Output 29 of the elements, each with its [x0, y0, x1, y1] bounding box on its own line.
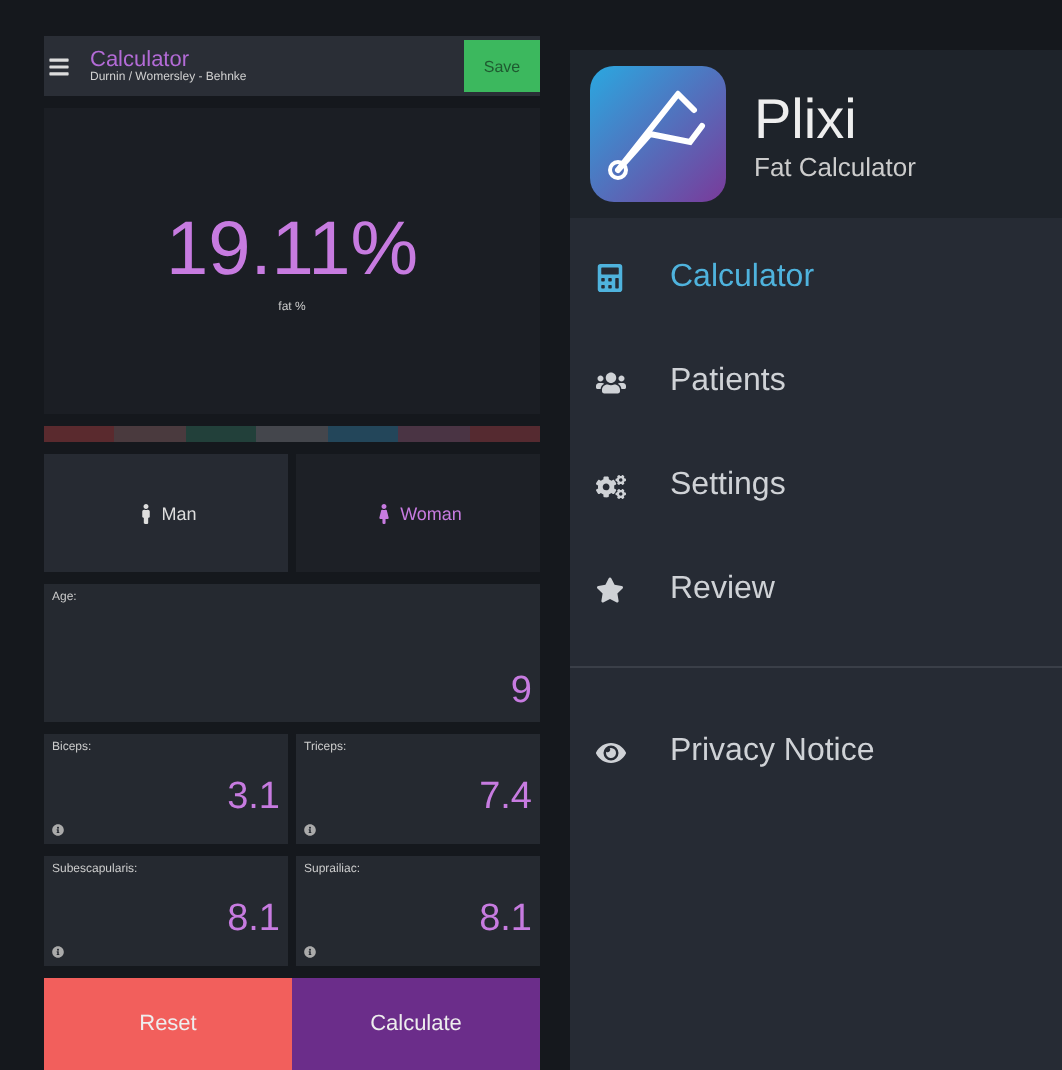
- app-logo: [590, 66, 726, 202]
- menu-item[interactable]: Calculator: [570, 226, 1062, 330]
- info-icon: [52, 824, 64, 836]
- menu-item[interactable]: Settings: [570, 434, 1062, 538]
- field-value: 3.1: [225, 776, 280, 820]
- woman-icon: [374, 503, 395, 523]
- field-value: 7.4: [477, 776, 532, 820]
- calculator-icon: [596, 264, 624, 292]
- star-icon: [596, 576, 624, 604]
- app-name: Plixi: [754, 87, 859, 151]
- eye-icon: [595, 737, 625, 767]
- info-icon: [304, 824, 316, 836]
- settings-icon: [595, 471, 625, 501]
- field-value: 8.1: [225, 898, 280, 942]
- fat-percentage: 19.11%: [165, 208, 419, 294]
- field-value: 8.1: [477, 898, 532, 942]
- menu-item[interactable]: Review: [570, 538, 1062, 642]
- menu-item[interactable]: Patients: [570, 330, 1062, 434]
- gender-button[interactable]: Woman: [296, 454, 540, 572]
- app-subtitle: Fat Calculator: [754, 151, 916, 181]
- info-icon: [304, 946, 316, 958]
- screen-title: Calculator: [90, 48, 190, 72]
- field-value: 9: [508, 670, 532, 714]
- calculate-button[interactable]: Calculate: [292, 978, 540, 1070]
- info-icon: [52, 946, 64, 958]
- menu-icon[interactable]: [48, 55, 70, 77]
- users-icon: [595, 367, 625, 397]
- gender-button[interactable]: Man: [44, 454, 288, 572]
- menu-item[interactable]: Privacy Notice: [570, 700, 1062, 804]
